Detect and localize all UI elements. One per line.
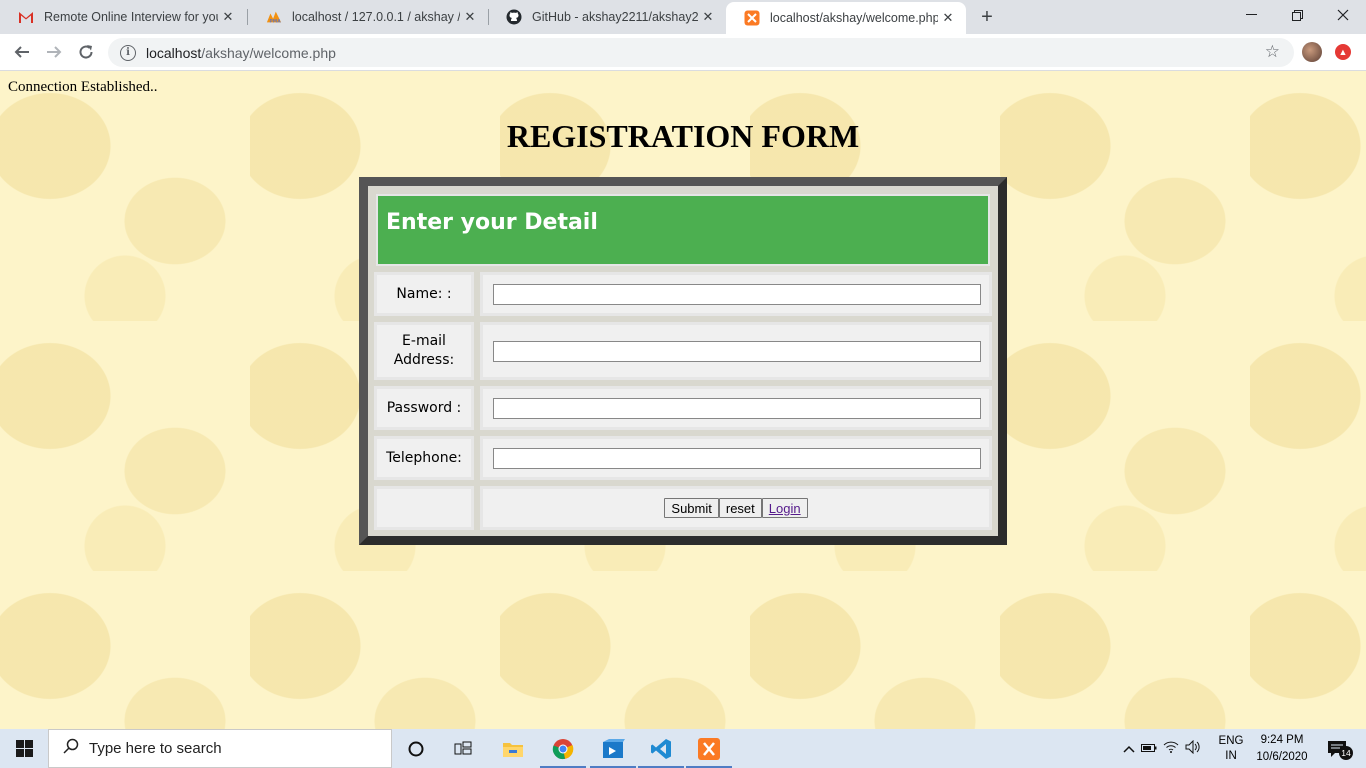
minimize-button[interactable] <box>1228 0 1274 30</box>
tab-title: Remote Online Interview for your <box>44 10 218 24</box>
close-icon[interactable]: ✕ <box>938 8 958 28</box>
registration-form: Enter your Detail Name: : E-mail Address… <box>359 177 1007 545</box>
notification-badge: 14 <box>1339 746 1353 760</box>
search-icon <box>63 738 83 759</box>
login-link[interactable]: Login <box>761 498 808 518</box>
tab-welcome-active[interactable]: localhost/akshay/welcome.php ✕ <box>726 2 966 34</box>
task-view-icon[interactable] <box>440 729 486 768</box>
clock-date: 10/6/2020 <box>1256 750 1308 763</box>
new-tab-button[interactable]: + <box>975 5 999 29</box>
gmail-icon <box>18 9 34 25</box>
info-icon[interactable]: i <box>120 44 136 61</box>
search-placeholder: Type here to search <box>89 740 222 757</box>
submit-button[interactable]: Submit <box>664 498 719 518</box>
phpmyadmin-icon: PMA <box>266 9 282 25</box>
svg-text:PMA: PMA <box>270 18 282 24</box>
volume-icon[interactable] <box>1182 739 1204 757</box>
file-explorer-icon[interactable] <box>490 729 536 768</box>
menu-dots-icon[interactable] <box>1340 38 1360 66</box>
form-header: Enter your Detail <box>376 194 990 266</box>
language-indicator[interactable]: ENG IN <box>1218 729 1244 768</box>
reload-button[interactable] <box>72 38 100 66</box>
bookmark-star-icon[interactable]: ☆ <box>1265 42 1280 62</box>
email-label: E-mail Address: <box>374 322 474 380</box>
windows-logo-icon <box>15 740 33 757</box>
taskbar: Type here to search ENG IN 9:24 PM 10/6/… <box>0 729 1366 768</box>
vscode-icon[interactable] <box>638 729 684 768</box>
name-input[interactable] <box>493 283 981 305</box>
page-title: REGISTRATION FORM <box>506 118 860 154</box>
telephone-label: Telephone: <box>374 436 474 480</box>
address-bar[interactable]: i localhost/akshay/welcome.php ☆ <box>108 38 1294 67</box>
telephone-input[interactable] <box>493 447 981 469</box>
reset-button[interactable]: reset <box>718 498 762 518</box>
telephone-cell <box>480 436 992 480</box>
name-cell <box>480 272 992 316</box>
tab-phpmyadmin[interactable]: PMA localhost / 127.0.0.1 / akshay / re … <box>248 0 488 34</box>
profile-avatar[interactable] <box>1302 42 1322 62</box>
password-input[interactable] <box>493 397 981 419</box>
cortana-icon[interactable] <box>393 729 439 768</box>
system-tray <box>1120 729 1204 768</box>
clock[interactable]: 9:24 PM 10/6/2020 <box>1252 729 1312 768</box>
chevron-up-icon[interactable] <box>1120 742 1138 756</box>
language-code: ENG <box>1218 734 1244 747</box>
close-icon[interactable]: ✕ <box>218 7 238 27</box>
tab-github[interactable]: GitHub - akshay2211/akshay221 ✕ <box>488 0 726 34</box>
clock-time: 9:24 PM <box>1260 733 1304 746</box>
button-cell: Submit reset Login <box>480 486 992 530</box>
arrow-left-icon <box>14 46 29 58</box>
reload-icon <box>79 45 93 59</box>
email-input[interactable] <box>493 340 981 362</box>
github-icon <box>506 9 522 25</box>
url-text: localhost/akshay/welcome.php <box>146 44 336 61</box>
connection-status: Connection Established.. <box>8 79 158 95</box>
back-button[interactable] <box>8 38 36 66</box>
password-cell <box>480 386 992 430</box>
wifi-icon[interactable] <box>1160 741 1182 756</box>
windows-start-button[interactable] <box>0 729 48 768</box>
xampp-icon <box>744 10 760 26</box>
region-code: IN <box>1225 749 1237 762</box>
page-viewport: Connection Established.. REGISTRATION FO… <box>0 71 1366 729</box>
tab-gmail[interactable]: Remote Online Interview for your ✕ <box>0 0 246 34</box>
forward-button[interactable] <box>40 38 68 66</box>
battery-icon[interactable] <box>1138 742 1160 756</box>
tab-title: localhost/akshay/welcome.php <box>770 11 938 25</box>
xampp-taskbar-icon[interactable] <box>686 729 732 768</box>
tab-title: GitHub - akshay2211/akshay221 <box>532 10 698 24</box>
tab-title: localhost / 127.0.0.1 / akshay / re <box>292 10 460 24</box>
name-label: Name: : <box>374 272 474 316</box>
chrome-icon[interactable] <box>540 729 586 768</box>
browser-toolbar: i localhost/akshay/welcome.php ☆ ▲ <box>0 34 1366 71</box>
arrow-right-icon <box>47 46 62 58</box>
action-center-button[interactable]: 14 <box>1322 729 1353 768</box>
password-label: Password : <box>374 386 474 430</box>
email-cell <box>480 322 992 380</box>
virtualbox-icon[interactable] <box>590 729 636 768</box>
taskbar-search[interactable]: Type here to search <box>48 729 392 768</box>
restore-button[interactable] <box>1274 0 1320 30</box>
tab-strip: Remote Online Interview for your ✕ PMA l… <box>0 0 1366 34</box>
close-window-button[interactable] <box>1320 0 1366 30</box>
form-header-text: Enter your Detail <box>386 210 598 235</box>
empty-cell <box>374 486 474 530</box>
close-icon[interactable]: ✕ <box>460 7 480 27</box>
close-icon[interactable]: ✕ <box>698 7 718 27</box>
